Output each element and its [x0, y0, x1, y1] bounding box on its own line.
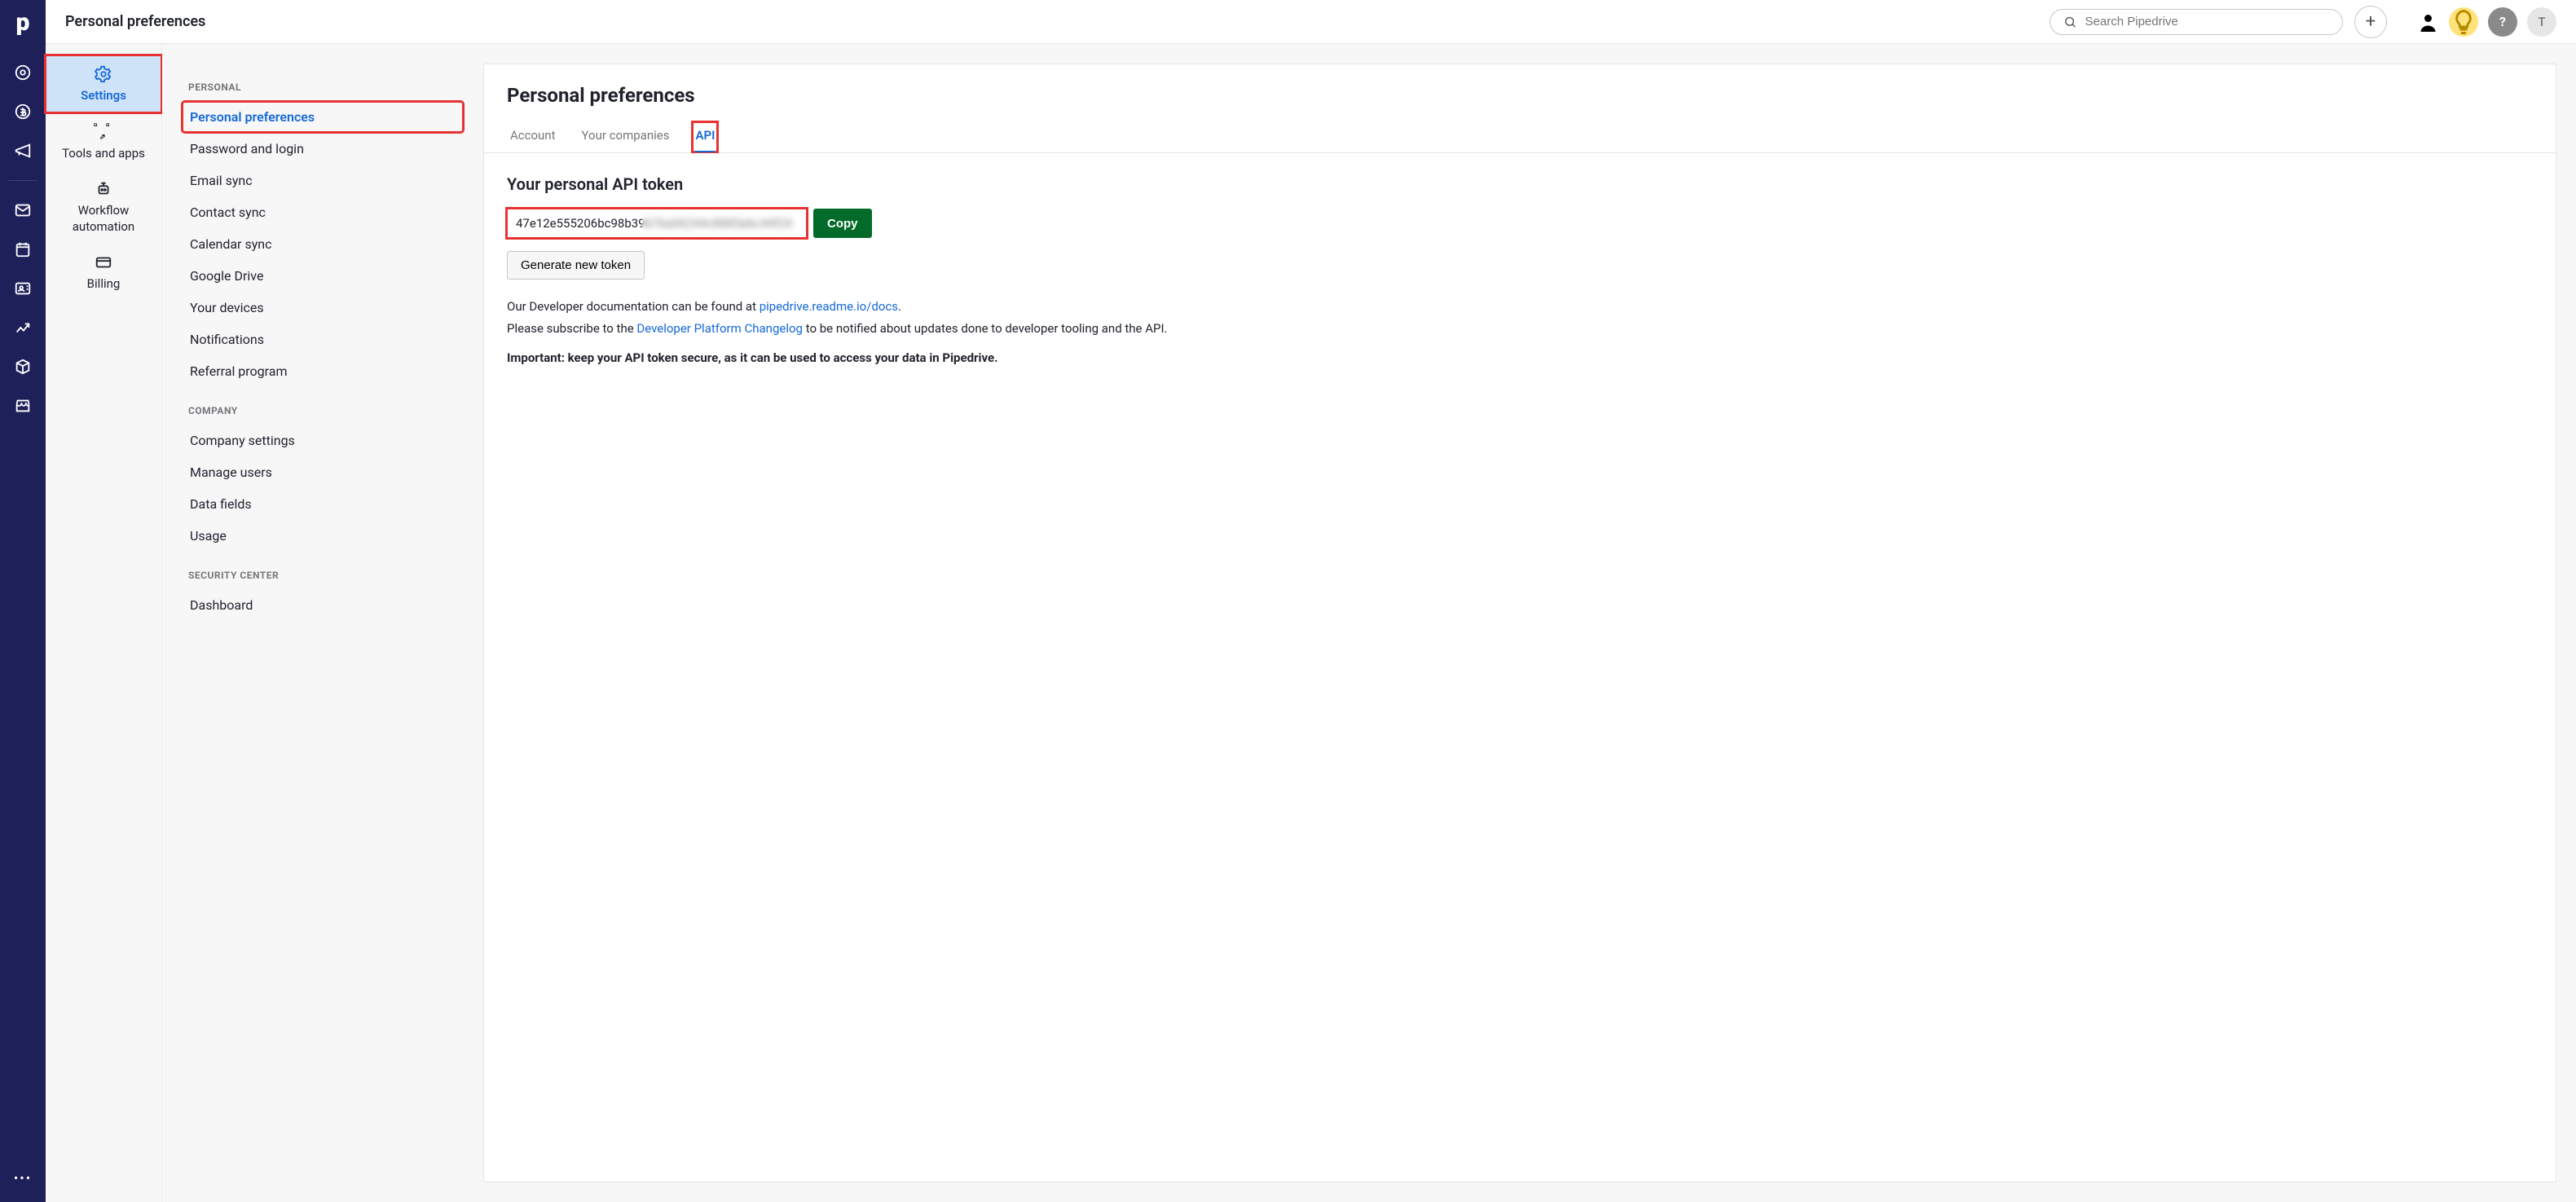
add-button[interactable]: +	[2354, 6, 2387, 38]
important-note: Important: keep your API token secure, a…	[507, 349, 2533, 368]
subnav-workflow[interactable]: Workflow automation	[46, 170, 161, 244]
products-icon[interactable]	[13, 357, 33, 376]
gear-icon	[95, 65, 112, 83]
preferences-panel: Personal preferences Account Your compan…	[483, 64, 2556, 1182]
card-icon	[95, 253, 112, 271]
generate-token-button[interactable]: Generate new token	[507, 251, 645, 280]
subnav-label: Workflow	[78, 203, 130, 218]
subnav-label: Settings	[81, 88, 126, 103]
menu-notifications[interactable]: Notifications	[182, 324, 464, 355]
topbar: Personal preferences + ? T	[46, 0, 2576, 44]
changelog-link[interactable]: Developer Platform Changelog	[636, 321, 803, 336]
subnav-tools[interactable]: Tools and apps	[46, 112, 161, 170]
token-blur-overlay	[642, 209, 806, 237]
menu-contact-sync[interactable]: Contact sync	[182, 196, 464, 228]
doc-line: Our Developer documentation can be found…	[507, 297, 2533, 316]
leads-icon[interactable]	[13, 63, 33, 82]
tab-api[interactable]: API	[692, 121, 718, 152]
help-icon[interactable]: ?	[2488, 7, 2517, 37]
side-menu: PERSONAL Personal preferences Password a…	[162, 44, 483, 1202]
page-title: Personal preferences	[65, 13, 205, 30]
api-token-heading: Your personal API token	[507, 174, 2533, 194]
logo-icon: p	[16, 8, 30, 37]
changelog-line: Please subscribe to the Developer Platfo…	[507, 319, 2533, 338]
mail-icon[interactable]	[13, 200, 33, 220]
subnav-label: Tools and apps	[62, 146, 145, 161]
copy-button[interactable]: Copy	[813, 209, 872, 238]
menu-usage[interactable]: Usage	[182, 520, 464, 552]
menu-email-sync[interactable]: Email sync	[182, 165, 464, 196]
subnav-label: Billing	[87, 276, 121, 291]
menu-your-devices[interactable]: Your devices	[182, 292, 464, 324]
wrench-icon	[97, 133, 110, 141]
campaigns-icon[interactable]	[13, 141, 33, 161]
menu-google-drive[interactable]: Google Drive	[182, 260, 464, 292]
panel-title: Personal preferences	[507, 84, 2533, 107]
doc-link[interactable]: pipedrive.readme.io/docs	[760, 299, 898, 314]
menu-calendar-sync[interactable]: Calendar sync	[182, 228, 464, 260]
rail-separator	[8, 180, 37, 181]
tab-your-companies[interactable]: Your companies	[579, 121, 673, 152]
menu-personal-preferences[interactable]: Personal preferences	[182, 101, 464, 133]
invite-icon[interactable]	[2410, 7, 2439, 37]
menu-section-security: SECURITY CENTER	[188, 570, 464, 581]
subnav-label2: automation	[73, 219, 134, 234]
subnav-settings[interactable]: Settings	[46, 55, 161, 112]
menu-dashboard[interactable]: Dashboard	[182, 589, 464, 621]
insights-icon[interactable]	[13, 318, 33, 337]
deals-icon[interactable]	[13, 102, 33, 121]
menu-referral[interactable]: Referral program	[182, 355, 464, 387]
menu-section-personal: PERSONAL	[188, 81, 464, 93]
api-token-field[interactable]: 47e12e555206bc98b39b7ba06244c8885a6c44f2…	[507, 209, 807, 238]
avatar[interactable]: T	[2527, 7, 2556, 37]
menu-company-settings[interactable]: Company settings	[182, 425, 464, 456]
tools-icon	[93, 122, 114, 131]
menu-password-login[interactable]: Password and login	[182, 133, 464, 165]
activities-icon[interactable]	[13, 240, 33, 259]
search-icon	[2063, 15, 2077, 29]
search-box[interactable]	[2050, 9, 2343, 35]
search-input[interactable]	[2085, 15, 2329, 29]
menu-manage-users[interactable]: Manage users	[182, 456, 464, 488]
more-icon[interactable]: •••	[14, 1170, 32, 1186]
contacts-icon[interactable]	[13, 279, 33, 298]
tips-icon[interactable]	[2449, 7, 2478, 37]
menu-data-fields[interactable]: Data fields	[182, 488, 464, 520]
robot-icon	[95, 180, 112, 198]
marketplace-icon[interactable]	[13, 396, 33, 416]
tab-account[interactable]: Account	[507, 121, 559, 152]
subnav: Settings Tools and apps Workflow automat…	[46, 44, 162, 1202]
tabs: Account Your companies API	[484, 121, 2556, 153]
nav-rail: p •••	[0, 0, 46, 1202]
menu-section-company: COMPANY	[188, 405, 464, 416]
subnav-billing[interactable]: Billing	[46, 244, 161, 301]
